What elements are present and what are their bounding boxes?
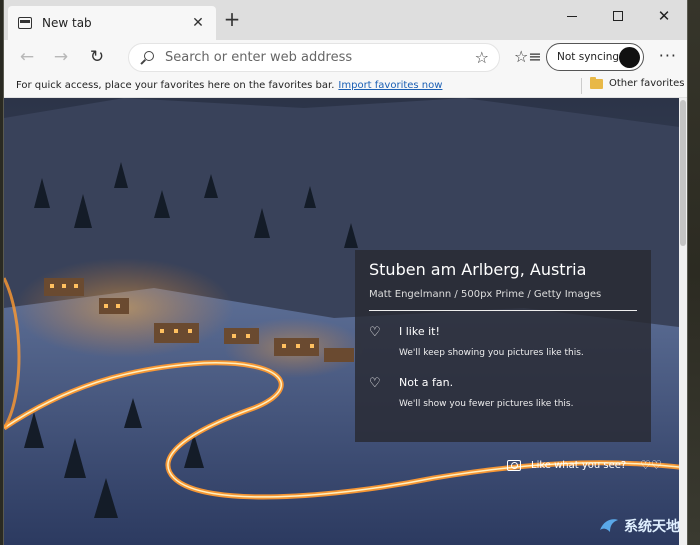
divider	[369, 310, 637, 311]
dislike-description: We'll show you fewer pictures like this.	[399, 399, 574, 409]
back-button[interactable]: ←	[10, 42, 44, 72]
watermark-text: 系统天地	[624, 519, 680, 535]
dislike-option[interactable]: ♡ Not a fan. We'll show you fewer pictur…	[369, 376, 637, 409]
search-icon	[139, 50, 155, 66]
navigation-toolbar: ← → ↻ ☆ ☆≡ Not syncing ···	[4, 40, 687, 74]
new-tab-button[interactable]: +	[222, 9, 242, 30]
photo-info-card: Stuben am Arlberg, Austria Matt Engelman…	[355, 250, 651, 442]
refresh-button[interactable]: ↻	[80, 42, 114, 72]
new-tab-page-icon	[18, 17, 32, 29]
maximize-icon	[613, 11, 623, 21]
favorites-list-button[interactable]: ☆≡	[514, 47, 542, 66]
address-bar[interactable]: ☆	[128, 43, 500, 72]
site-watermark: 系统天地	[598, 516, 680, 536]
favorites-bar-divider	[581, 78, 582, 94]
other-favorites-folder[interactable]: Other favorites	[590, 76, 685, 89]
bird-logo-icon	[600, 519, 618, 532]
favorites-bar-prompt: For quick access, place your favorites h…	[16, 80, 335, 91]
like-prompt-label: Like what you see?	[531, 459, 627, 471]
minimize-icon	[567, 15, 577, 17]
photo-location-title: Stuben am Arlberg, Austria	[369, 260, 587, 279]
broken-heart-icon: ♡	[369, 376, 381, 391]
other-favorites-label: Other favorites	[609, 78, 685, 89]
heart-icon: ♡	[369, 325, 381, 340]
like-what-you-see-button[interactable]: Like what you see? ♡♡	[507, 458, 662, 472]
like-label: I like it!	[399, 325, 440, 338]
forward-button[interactable]: →	[44, 42, 78, 72]
window-controls: ✕	[549, 0, 687, 32]
close-window-button[interactable]: ✕	[641, 0, 687, 32]
hearts-icon: ♡♡	[640, 458, 662, 472]
desktop-background	[686, 0, 700, 545]
avatar	[619, 47, 640, 68]
camera-icon	[507, 459, 521, 471]
scrollbar-thumb[interactable]	[680, 100, 686, 246]
profile-sync-button[interactable]: Not syncing	[546, 43, 644, 71]
page-scrollbar[interactable]	[679, 98, 687, 545]
maximize-button[interactable]	[595, 0, 641, 32]
like-description: We'll keep showing you pictures like thi…	[399, 348, 584, 358]
photo-credit: Matt Engelmann / 500px Prime / Getty Ima…	[369, 289, 602, 300]
tab-close-button[interactable]: ✕	[190, 15, 206, 31]
title-bar: New tab ✕ + ✕	[4, 0, 687, 40]
tab-title: New tab	[42, 16, 92, 30]
tab-new-tab[interactable]: New tab ✕	[8, 6, 216, 40]
favorites-bar: For quick access, place your favorites h…	[4, 74, 687, 98]
dislike-label: Not a fan.	[399, 376, 454, 389]
sync-status-label: Not syncing	[557, 51, 620, 63]
browser-window: New tab ✕ + ✕ ← → ↻ ☆ ☆≡ Not syncing ···…	[4, 0, 687, 545]
minimize-button[interactable]	[549, 0, 595, 32]
add-favorite-star-icon[interactable]: ☆	[475, 48, 489, 67]
address-input[interactable]	[165, 50, 475, 65]
background-photo: Stuben am Arlberg, Austria Matt Engelman…	[4, 98, 687, 545]
settings-more-button[interactable]: ···	[659, 46, 677, 65]
folder-icon	[590, 76, 603, 89]
import-favorites-link[interactable]: Import favorites now	[338, 80, 442, 91]
like-option[interactable]: ♡ I like it! We'll keep showing you pict…	[369, 325, 637, 358]
